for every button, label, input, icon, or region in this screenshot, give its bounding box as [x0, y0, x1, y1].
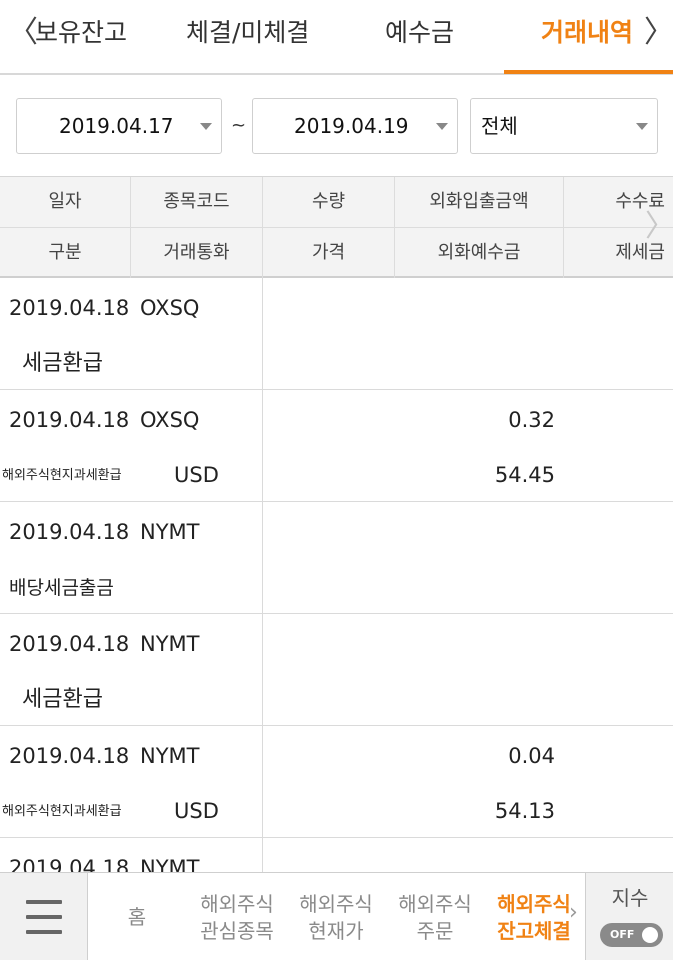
record-type: 세금환급: [22, 687, 103, 712]
record-type: 세금환급: [22, 351, 103, 376]
hamburger-menu-icon: [26, 900, 62, 904]
record-price: 54.45: [494, 463, 555, 487]
record-price: 54.13: [494, 799, 555, 823]
toggle-knob: [642, 927, 658, 943]
header-currency: 거래통화: [131, 228, 263, 278]
table-header-row: 일자 종목코드 수량 외화입출금액 수수료: [0, 177, 673, 227]
record-currency: USD: [174, 799, 219, 823]
record-type: 배당세금출금: [9, 577, 114, 599]
transaction-list[interactable]: 2019.04.18 OXSQ 세금환급 2019.04.18 OXSQ 해외주…: [0, 278, 673, 872]
record-quantity: 0.04: [508, 744, 555, 768]
record-type: 해외주식현지과세환급: [2, 804, 122, 819]
nav-label: 관심종목: [200, 919, 274, 943]
nav-current-price[interactable]: 해외주식 현재가: [289, 873, 383, 960]
list-item[interactable]: 2019.04.18 OXSQ 세금환급: [0, 278, 673, 390]
nav-order[interactable]: 해외주식 주문: [388, 873, 482, 960]
nav-label: 해외주식: [398, 892, 472, 916]
category-select[interactable]: 전체: [470, 98, 658, 154]
header-fx-amount: 외화입출금액: [395, 177, 564, 227]
column-divider: [262, 726, 263, 838]
header-quantity: 수량: [263, 177, 395, 227]
list-item[interactable]: 2019.04.18 NYMT 해외주식현지과세환급 USD 0.04 54.1…: [0, 726, 673, 838]
index-toggle-panel[interactable]: 지수 OFF: [585, 873, 673, 960]
nav-label: 해외주식: [299, 892, 373, 916]
header-date: 일자: [0, 177, 131, 227]
start-date-select[interactable]: 2019.04.17: [16, 98, 222, 154]
nav-label: 주문: [416, 919, 454, 943]
table-header-row: 구분 거래통화 가격 외화예수금 제세금: [0, 227, 673, 278]
record-date: 2019.04.18: [9, 856, 130, 872]
nav-label: 해외주식: [497, 892, 571, 916]
nav-label: 현재가: [308, 919, 364, 943]
bottom-navigation: 홈 해외주식 관심종목 해외주식 현재가 해외주식 주문 해외주식 잔고체결 ›…: [0, 872, 673, 960]
record-symbol: NYMT: [140, 856, 200, 872]
start-date-value: 2019.04.17: [59, 114, 174, 138]
column-divider: [262, 390, 263, 502]
column-divider: [262, 502, 263, 614]
nav-label: 잔고체결: [497, 919, 571, 943]
column-divider: [262, 838, 263, 872]
header-type: 구분: [0, 228, 131, 278]
record-symbol: OXSQ: [140, 408, 200, 432]
chevron-right-icon[interactable]: 〉: [644, 16, 673, 50]
record-date: 2019.04.18: [9, 408, 130, 432]
list-item[interactable]: 2019.04.18 NYMT 배당세금출금: [0, 502, 673, 614]
list-item[interactable]: 2019.04.18 NYMT: [0, 838, 673, 872]
tab-deposits[interactable]: 예수금: [385, 18, 454, 48]
header-price: 가격: [263, 228, 395, 278]
record-date: 2019.04.18: [9, 296, 130, 320]
tab-executions[interactable]: 체결/미체결: [186, 18, 309, 48]
end-date-value: 2019.04.19: [294, 114, 409, 138]
record-type: 해외주식현지과세환급: [2, 468, 122, 483]
column-divider: [262, 614, 263, 726]
hamburger-menu-icon: [26, 930, 62, 934]
record-symbol: NYMT: [140, 520, 200, 544]
record-currency: USD: [174, 463, 219, 487]
index-toggle-switch[interactable]: OFF: [600, 923, 663, 947]
record-symbol: NYMT: [140, 744, 200, 768]
chevron-right-icon[interactable]: ›: [569, 900, 578, 925]
category-value: 전체: [481, 114, 518, 138]
dropdown-arrow-icon: [200, 123, 212, 130]
nav-watchlist[interactable]: 해외주식 관심종목: [190, 873, 284, 960]
list-item[interactable]: 2019.04.18 NYMT 세금환급: [0, 614, 673, 726]
header-symbol: 종목코드: [131, 177, 263, 227]
toggle-state: OFF: [610, 928, 635, 941]
filter-bar: 2019.04.17 ~ 2019.04.19 전체: [0, 75, 673, 176]
active-tab-indicator: [504, 70, 673, 74]
record-quantity: 0.32: [508, 408, 555, 432]
record-date: 2019.04.18: [9, 520, 130, 544]
record-date: 2019.04.18: [9, 744, 130, 768]
nav-label: 해외주식: [200, 892, 274, 916]
tab-holdings[interactable]: 보유잔고: [35, 18, 127, 48]
nav-home[interactable]: 홈: [100, 873, 174, 960]
record-date: 2019.04.18: [9, 632, 130, 656]
dropdown-arrow-icon: [636, 123, 648, 130]
hamburger-menu-icon: [26, 915, 62, 919]
column-divider: [262, 278, 263, 390]
record-symbol: OXSQ: [140, 296, 200, 320]
header-fx-deposit: 외화예수금: [395, 228, 564, 278]
tab-transactions[interactable]: 거래내역: [541, 18, 633, 48]
chevron-left-icon[interactable]: 〈: [8, 16, 38, 50]
end-date-select[interactable]: 2019.04.19: [252, 98, 458, 154]
index-label: 지수: [611, 886, 649, 910]
record-symbol: NYMT: [140, 632, 200, 656]
top-tab-bar: 〈 보유잔고 체결/미체결 예수금 거래내역 〉: [0, 0, 673, 75]
hamburger-menu-button[interactable]: [0, 873, 88, 960]
nav-balance-execution[interactable]: 해외주식 잔고체결: [487, 873, 581, 960]
table-header: 일자 종목코드 수량 외화입출금액 수수료 구분 거래통화 가격 외화예수금 제…: [0, 176, 673, 278]
chevron-right-icon[interactable]: 〉: [645, 207, 673, 247]
date-range-separator: ~: [231, 115, 247, 136]
nav-label: 홈: [127, 905, 147, 929]
list-item[interactable]: 2019.04.18 OXSQ 해외주식현지과세환급 USD 0.32 54.4…: [0, 390, 673, 502]
dropdown-arrow-icon: [436, 123, 448, 130]
